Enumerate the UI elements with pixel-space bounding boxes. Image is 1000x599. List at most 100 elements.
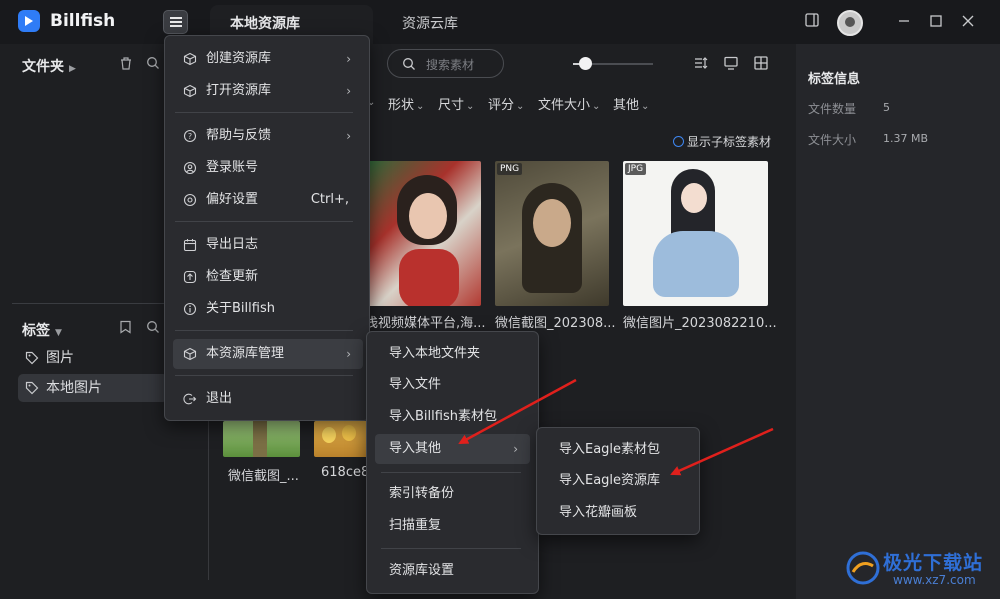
close-icon[interactable] — [961, 14, 975, 28]
search-input[interactable]: 搜索素材 — [387, 49, 504, 78]
menu-divider — [175, 112, 353, 113]
bookmark-icon[interactable] — [119, 320, 132, 334]
asset-thumbnail[interactable]: JPG — [623, 161, 768, 306]
sidebar-item-tag-local-images[interactable]: 本地图片 — [18, 374, 168, 402]
cube-icon — [183, 52, 197, 66]
asset-thumbnail[interactable]: PNG — [495, 161, 609, 306]
billfish-logo-icon — [18, 10, 40, 32]
tag-search-icon[interactable] — [146, 320, 160, 334]
search-placeholder: 搜索素材 — [426, 58, 475, 72]
user-icon — [183, 161, 197, 175]
menu-item-index-to-backup[interactable]: 索引转备份 — [375, 479, 530, 509]
file-size-value: 1.37 MB — [883, 132, 929, 145]
info-icon — [183, 302, 197, 316]
main-menu-button[interactable] — [163, 10, 188, 34]
sort-icon[interactable] — [693, 55, 709, 71]
filter-other[interactable]: 其他 — [613, 94, 649, 113]
panel-toggle-icon[interactable] — [804, 12, 820, 28]
menu-item-open-library[interactable]: 打开资源库 › — [173, 76, 363, 106]
search-icon — [403, 58, 415, 70]
import-other-submenu: 导入Eagle素材包 导入Eagle资源库 导入花瓣画板 — [536, 427, 700, 535]
cube-icon — [183, 347, 197, 361]
asset-name: 微信截图_202308... — [495, 316, 616, 331]
watermark-url: www.xz7.com — [893, 573, 976, 587]
search-icon[interactable] — [146, 56, 160, 70]
watermark-text: 极光下载站 — [883, 552, 984, 574]
shortcut-label: Ctrl+, — [310, 192, 349, 207]
monitor-icon[interactable] — [723, 55, 739, 71]
tag-info-title: 标签信息 — [808, 72, 861, 87]
menu-item-import-eagle-pack[interactable]: 导入Eagle素材包 — [545, 435, 691, 465]
app-name: Billfish — [50, 11, 116, 31]
sidebar-item-label: 图片 — [46, 350, 74, 366]
menu-item-scan-duplicates[interactable]: 扫描重复 — [375, 511, 530, 541]
filter-file-size[interactable]: 文件大小 — [538, 94, 600, 113]
filter-size[interactable]: 尺寸 — [438, 94, 474, 113]
asset-name: 浅视频媒体平台,海... — [365, 316, 486, 331]
menu-divider — [381, 548, 521, 549]
menu-item-import-file[interactable]: 导入文件 — [375, 370, 530, 400]
exit-icon — [183, 393, 197, 405]
show-sub-tags-label: 显示子标签素材 — [687, 135, 772, 149]
help-icon: ? — [183, 129, 197, 143]
cube-icon — [183, 84, 197, 98]
zoom-slider-handle[interactable] — [579, 57, 592, 70]
tag-icon — [25, 381, 39, 395]
sidebar-item-label: 本地图片 — [46, 380, 102, 396]
sidebar-item-tag-images[interactable]: 图片 — [18, 344, 168, 372]
maximize-icon[interactable] — [929, 14, 943, 28]
folders-title[interactable]: 文件夹 ▶ — [22, 56, 76, 76]
menu-item-library-settings[interactable]: 资源库设置 — [375, 556, 530, 586]
gear-icon — [183, 193, 197, 207]
content-divider — [208, 400, 209, 580]
asset-thumbnail[interactable] — [367, 161, 481, 306]
watermark-logo-icon — [846, 551, 880, 585]
menu-item-exit[interactable]: 退出 — [173, 384, 363, 414]
file-count-label: 文件数量 — [808, 102, 857, 116]
asset-thumbnail[interactable] — [223, 421, 300, 457]
menu-item-import-other[interactable]: 导入其他 › — [375, 434, 530, 464]
watermark: 极光下载站 www.xz7.com — [845, 548, 995, 594]
trash-icon[interactable] — [119, 56, 133, 71]
file-count-value: 5 — [883, 101, 890, 114]
menu-divider — [175, 375, 353, 376]
check-circle-icon — [673, 136, 684, 147]
tag-icon — [25, 351, 39, 365]
minimize-icon[interactable] — [897, 14, 911, 28]
main-menu: 创建资源库 › 打开资源库 › ? 帮助与反馈 › 登录账号 偏好设置 Ctrl+, 导… — [164, 35, 370, 421]
calendar-icon — [183, 239, 197, 252]
tag-info-panel: 标签信息 文件数量 5 文件大小 1.37 MB — [796, 44, 1000, 599]
menu-item-preferences[interactable]: 偏好设置 Ctrl+, — [173, 185, 363, 215]
tags-title[interactable]: 标签 ▼ — [22, 320, 62, 340]
menu-item-check-update[interactable]: 检查更新 — [173, 262, 363, 292]
menu-divider — [175, 221, 353, 222]
menu-item-import-huaban-board[interactable]: 导入花瓣画板 — [545, 498, 691, 528]
avatar[interactable] — [837, 10, 863, 36]
menu-item-import-billfish-pack[interactable]: 导入Billfish素材包 — [375, 402, 530, 432]
menu-item-about[interactable]: 关于Billfish — [173, 294, 363, 324]
menu-item-help[interactable]: ? 帮助与反馈 › — [173, 121, 363, 151]
asset-name: 618ce8 — [321, 465, 370, 480]
asset-name: 微信截图_... — [228, 469, 299, 484]
file-size-label: 文件大小 — [808, 133, 857, 147]
menu-item-login[interactable]: 登录账号 — [173, 153, 363, 183]
tab-cloud-library[interactable]: 资源云库 — [402, 5, 458, 44]
filter-shape[interactable]: 形状 — [388, 94, 424, 113]
update-icon — [183, 270, 197, 284]
menu-item-import-eagle-library[interactable]: 导入Eagle资源库 — [545, 466, 691, 496]
filter-rating[interactable]: 评分 — [488, 94, 524, 113]
show-sub-tags-toggle[interactable]: 显示子标签素材 — [673, 133, 771, 150]
menu-item-create-library[interactable]: 创建资源库 › — [173, 44, 363, 74]
title-bar: Billfish 本地资源库 资源云库 — [0, 0, 1000, 44]
menu-item-library-management[interactable]: 本资源库管理 › — [173, 339, 363, 369]
asset-name: 微信图片_2023082210... — [623, 316, 777, 331]
menu-item-export-log[interactable]: 导出日志 — [173, 230, 363, 260]
svg-text:?: ? — [188, 132, 192, 141]
menu-divider — [175, 330, 353, 331]
format-badge: JPG — [625, 163, 647, 175]
format-badge: PNG — [497, 163, 523, 175]
layout-grid-icon[interactable] — [753, 55, 769, 71]
asset-thumbnail[interactable] — [314, 421, 368, 457]
menu-item-import-local-folder[interactable]: 导入本地文件夹 — [375, 339, 530, 369]
menu-divider — [381, 472, 521, 473]
